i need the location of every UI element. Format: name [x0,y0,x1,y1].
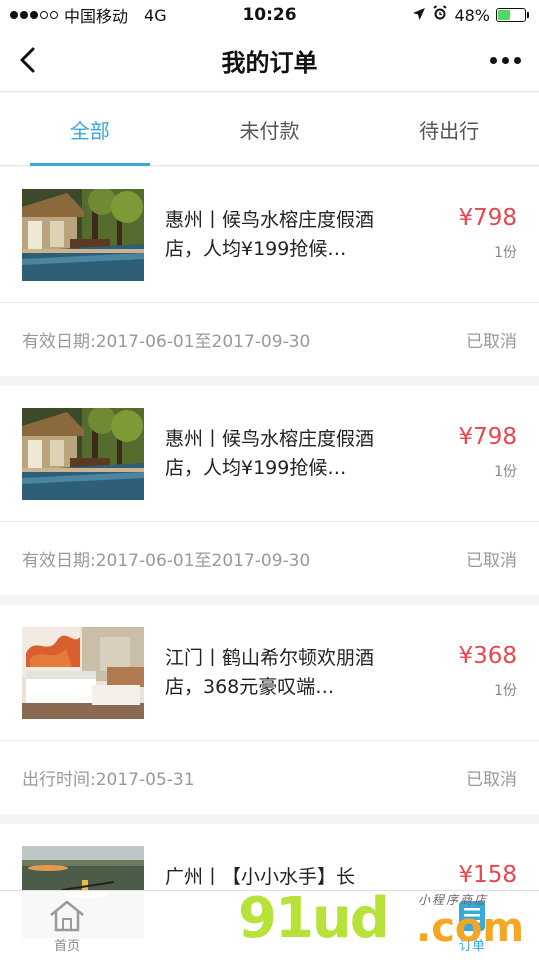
order-price: ¥158 [458,862,517,888]
order-list: 惠州丨候鸟水榕庄度假酒店，人均¥199抢候… ¥798 1份 有效日期:2017… [0,167,539,960]
network-label: 4G [144,5,167,25]
orders-list-icon [452,899,492,933]
bottom-tab-bar: 首页 订单 [0,890,539,960]
order-summary[interactable]: 惠州丨候鸟水榕庄度假酒店，人均¥199抢候… ¥798 1份 [0,167,539,303]
order-footer: 有效日期:2017-06-01至2017-09-30 已取消 [0,522,539,595]
battery-percent: 48% [454,5,490,25]
chevron-left-icon [20,47,35,73]
order-status: 已取消 [466,332,517,352]
order-footer: 有效日期:2017-06-01至2017-09-30 已取消 [0,303,539,376]
order-footer: 出行时间:2017-05-31 已取消 [0,741,539,814]
tabbar-home[interactable]: 首页 [0,891,134,960]
status-right: 48% [412,5,529,25]
alarm-icon [432,5,448,25]
tab-upcoming[interactable]: 待出行 [359,93,539,165]
order-price: ¥798 [458,205,517,231]
location-icon [412,6,426,25]
order-quantity: 1份 [494,683,517,699]
villa-pool-thumbnail [22,188,144,281]
app-root: 中国移动 4G 10:26 48% 我的订单 全部 未付款 待出行 惠州丨候鸟水… [0,0,539,960]
order-quantity: 1份 [494,245,517,261]
villa-pool-thumbnail [22,407,144,500]
order-title: 惠州丨候鸟水榕庄度假酒店，人均¥199抢候… [165,208,375,260]
home-icon [47,899,87,933]
status-bar: 中国移动 4G 10:26 48% [0,0,539,30]
order-date: 有效日期:2017-06-01至2017-09-30 [22,332,311,352]
tab-unpaid[interactable]: 未付款 [180,93,360,165]
order-summary[interactable]: 惠州丨候鸟水榕庄度假酒店，人均¥199抢候… ¥798 1份 [0,386,539,522]
order-summary[interactable]: 江门丨鹤山希尔顿欢朋酒店，368元豪叹端… ¥368 1份 [0,605,539,741]
more-options-button[interactable] [485,42,525,78]
order-tabs: 全部 未付款 待出行 [0,93,539,166]
order-title: 江门丨鹤山希尔顿欢朋酒店，368元豪叹端… [165,646,375,698]
order-card[interactable]: 江门丨鹤山希尔顿欢朋酒店，368元豪叹端… ¥368 1份 出行时间:2017-… [0,605,539,814]
tabbar-home-label: 首页 [53,939,80,954]
status-left: 中国移动 4G [10,3,167,27]
order-price: ¥798 [458,424,517,450]
tabbar-orders-label: 订单 [458,939,485,954]
tab-all[interactable]: 全部 [0,93,180,166]
back-button[interactable] [10,42,46,78]
order-status: 已取消 [466,770,517,790]
tabbar-orders[interactable]: 订单 [405,891,539,960]
navigation-bar: 我的订单 [0,30,539,92]
order-title: 惠州丨候鸟水榕庄度假酒店，人均¥199抢候… [165,427,375,479]
page-title: 我的订单 [221,49,318,77]
hotel-bedroom-thumbnail [22,626,144,719]
order-card[interactable]: 惠州丨候鸟水榕庄度假酒店，人均¥199抢候… ¥798 1份 有效日期:2017… [0,386,539,595]
carrier-label: 中国移动 [64,7,129,26]
order-status: 已取消 [466,551,517,571]
order-quantity: 1份 [494,464,517,480]
order-price: ¥368 [458,643,517,669]
signal-icon [10,11,58,19]
order-date: 出行时间:2017-05-31 [22,770,195,790]
battery-icon [496,8,529,22]
order-card[interactable]: 惠州丨候鸟水榕庄度假酒店，人均¥199抢候… ¥798 1份 有效日期:2017… [0,167,539,376]
order-date: 有效日期:2017-06-01至2017-09-30 [22,551,311,571]
